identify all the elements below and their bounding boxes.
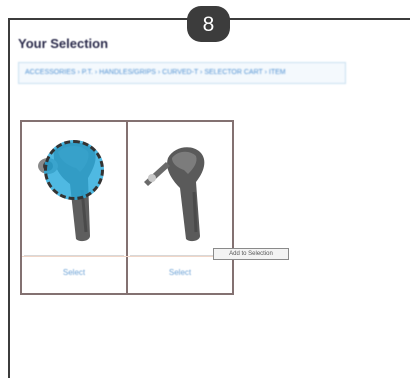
product-card-2[interactable]: Select [126,120,234,295]
tooltip: Add to Selection [213,248,289,260]
click-target-highlight[interactable] [44,140,104,200]
handle-grip-icon [144,147,205,242]
page-title: Your Selection [18,36,109,51]
card-row-separator [22,256,238,257]
selection-breadcrumb-bar[interactable]: ACCESSORIES › P.T. › HANDLES/GRIPS › CUR… [18,62,346,84]
select-link-1[interactable]: Select [46,268,102,277]
select-link-2[interactable]: Select [152,268,208,277]
step-number-badge: 8 [187,6,230,42]
